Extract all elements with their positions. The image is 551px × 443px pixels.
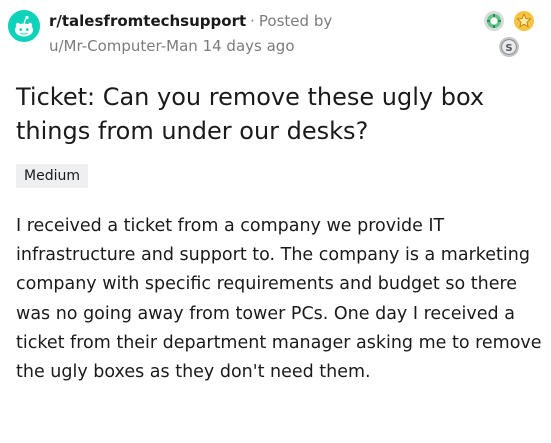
gold-star-award-icon[interactable] xyxy=(513,10,535,32)
posted-by-label: Posted by xyxy=(258,12,333,30)
post-age[interactable]: 14 days ago xyxy=(203,37,295,55)
subreddit-link[interactable]: r/talesfromtechsupport xyxy=(49,12,246,30)
awards-group: S xyxy=(483,8,537,60)
author-line: u/Mr-Computer-Man 14 days ago xyxy=(49,35,332,57)
author-link[interactable]: u/Mr-Computer-Man xyxy=(49,37,198,55)
meta-separator: · xyxy=(250,12,255,30)
post-meta: r/talesfromtechsupport · Posted by u/Mr-Co… xyxy=(49,10,332,57)
helpful-award-icon[interactable] xyxy=(483,10,505,32)
silver-award-icon[interactable]: S xyxy=(498,36,520,58)
svg-text:S: S xyxy=(505,43,512,54)
post-title[interactable]: Ticket: Can you remove these ugly box th… xyxy=(16,80,546,148)
post-header: r/talesfromtechsupport · Posted by u/Mr-Co… xyxy=(8,8,543,60)
post-flair[interactable]: Medium xyxy=(16,164,88,188)
subreddit-avatar-icon[interactable] xyxy=(8,10,40,42)
post-body: I received a ticket from a company we pr… xyxy=(16,216,542,383)
post-card: r/talesfromtechsupport · Posted by u/Mr-Co… xyxy=(0,0,551,443)
